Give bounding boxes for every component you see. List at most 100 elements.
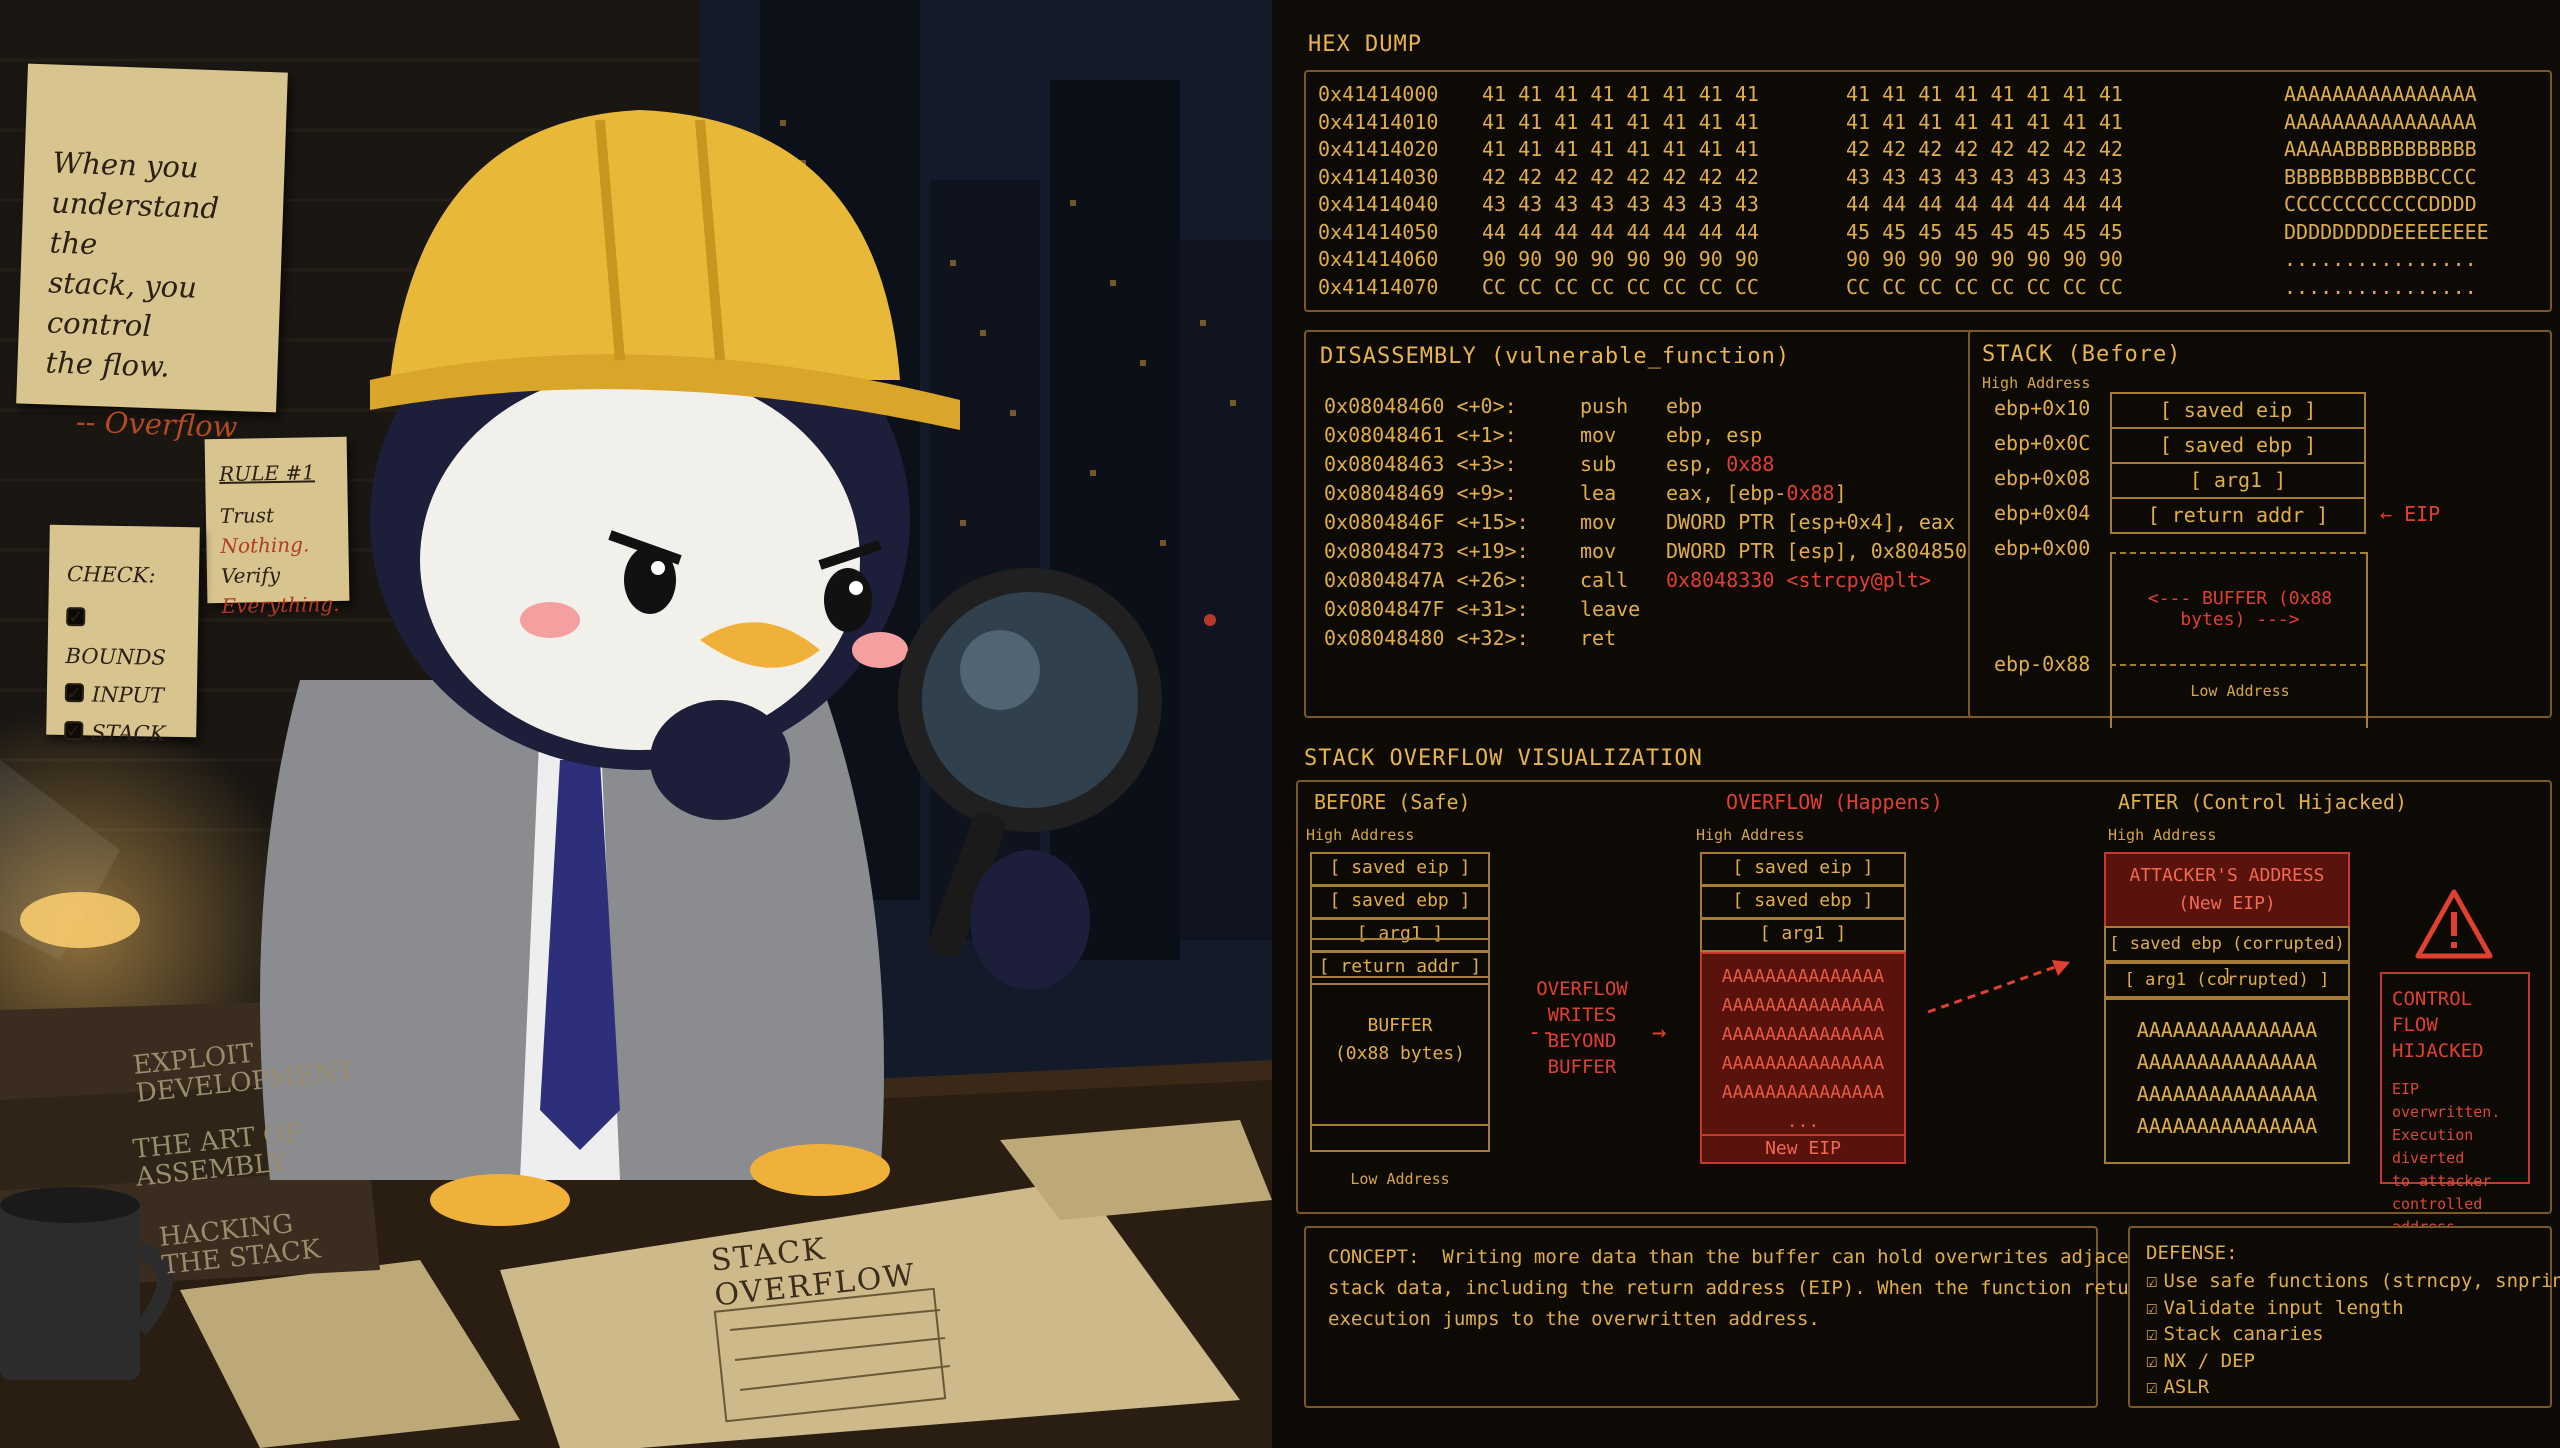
viz-stack-cell: [ saved eip ]: [1310, 852, 1490, 886]
illustration-scene: When you understand the stack, you contr…: [0, 0, 1272, 1448]
operand-text: eax, [ebp-: [1666, 481, 1787, 505]
viz-after-title: AFTER (Control Hijacked): [2118, 790, 2407, 814]
viz-stack-cell: [ saved ebp ]: [1310, 885, 1490, 919]
stack-offset: ebp+0x04: [1994, 501, 2091, 525]
stack-offset: ebp+0x08: [1994, 466, 2091, 490]
hijack-body-line: EIP overwritten.: [2392, 1080, 2501, 1121]
attacker-address-cell: ATTACKER'S ADDRESS (New EIP): [2104, 852, 2350, 928]
attacker-text: ATTACKER'S ADDRESS: [2129, 865, 2325, 886]
viz-overflow-fill: AAAAAAAAAAAAAAA AAAAAAAAAAAAAAA AAAAAAAAAA…: [1700, 952, 1906, 1136]
stack-cell: [ saved ebp ]: [2110, 427, 2366, 464]
overflow-fill-line: AAAAAAAAAAAAAAA: [1721, 966, 1885, 987]
after-fill-line: AAAAAAAAAAAAAAA: [2136, 1114, 2318, 1138]
instr-address: 0x08048473 <+19>:: [1324, 539, 1529, 563]
buffer-left-edge: [2110, 552, 2112, 728]
quote-line: the flow.: [45, 345, 171, 384]
after-fill-line: AAAAAAAAAAAAAAA: [2136, 1050, 2318, 1074]
hex-ascii: ................: [2284, 247, 2477, 271]
viz-stack-cell: [ arg1 ]: [1700, 918, 1906, 952]
rule-sticky-note: RULE #1 Trust Nothing. Verify Everything…: [204, 436, 350, 618]
checkbox-checked-icon: ☑: [2146, 1376, 2158, 1398]
hex-ascii: AAAAAAAAAAAAAAAA: [2284, 82, 2477, 106]
operand-highlight: 0x88: [1726, 452, 1775, 476]
stack-low-address: Low Address: [2190, 682, 2290, 700]
hex-ascii: ................: [2284, 274, 2477, 299]
overflow-fill-line: AAAAAAAAAAAAAAA: [1721, 1024, 1885, 1045]
dash-left-icon: --: [1528, 1020, 1555, 1045]
viz-before-title: BEFORE (Safe): [1314, 790, 1471, 814]
stack-cell: [ return addr ]: [2110, 497, 2366, 534]
hexdump-title: HEX DUMP: [1308, 32, 1422, 57]
checklist-title: CHECK:: [66, 562, 156, 588]
hex-address: 0x41414040: [1318, 192, 1439, 216]
overflow-fill-rows: AAAAAAAAAAAAAAA AAAAAAAAAAAAAAA AAAAAAAAAA…: [1702, 962, 1904, 1136]
viz-after-high: High Address: [2108, 826, 2217, 844]
rule-text: Trust: [219, 503, 275, 528]
hex-bytes: CC CC CC CC CC CC CC CC: [1482, 274, 1759, 299]
quote-line: When you: [51, 145, 200, 185]
overflow-fill-line: AAAAAAAAAAAAAAA: [1721, 995, 1885, 1016]
instr-opcode: sub: [1580, 452, 1617, 476]
instr-opcode: mov: [1580, 423, 1617, 447]
concept-line: stack data, including the return address…: [1328, 1277, 2175, 1299]
checklist-item: STACK: [64, 713, 179, 753]
checkbox-checked-icon: ☑: [2146, 1349, 2158, 1372]
operand-highlight: 0x88: [1786, 481, 1835, 505]
concept-text: CONCEPT: Writing more data than the buff…: [1328, 1242, 2174, 1335]
hijack-title-1: CONTROL FLOW: [2392, 988, 2473, 1036]
viz-new-eip: New EIP: [1700, 1134, 1906, 1164]
checklist-label: BOUNDS: [65, 644, 167, 670]
overflow-fill-line: ...: [1786, 1111, 1820, 1132]
stack-offset: ebp+0x0C: [1994, 431, 2091, 455]
overflow-fill-line: AAAAAAAAAAAAAAA: [1721, 1082, 1885, 1103]
defense-item: ☑ NX / DEP: [2146, 1348, 2560, 1375]
checklist-item: BOUNDS: [65, 599, 180, 677]
defense-panel: DEFENSE: ☑ Use safe functions (strncpy, s…: [2128, 1226, 2560, 1408]
instr-operands: esp, 0x88: [1666, 452, 1774, 476]
checkbox-checked-icon: ☑: [2146, 1270, 2158, 1292]
checkbox-icon: [66, 607, 86, 627]
operand-highlight: 0x8048330 <strcpy@plt>: [1666, 568, 1931, 592]
defense-list: ☑ Use safe functions (strncpy, snprintf) ☑…: [2146, 1268, 2560, 1401]
after-fill-line: AAAAAAAAAAAAAAA: [2136, 1082, 2318, 1106]
hex-bytes: 41 41 41 41 41 41 41 41: [1846, 109, 2123, 134]
disassembly-title: DISASSEMBLY (vulnerable_function): [1320, 344, 1791, 369]
checkbox-icon: [64, 720, 84, 741]
quote-sticky-note: When you understand the stack, you contr…: [16, 63, 288, 444]
hex-bytes: 43 43 43 43 43 43 43 43: [1846, 164, 2123, 189]
viz-stack-cell: [ saved eip ]: [1700, 852, 1906, 886]
hex-address: 0x41414020: [1318, 137, 1439, 161]
hex-address: 0x41414000: [1318, 82, 1439, 106]
defense-item-label: NX / DEP: [2163, 1349, 2255, 1372]
hexdump-panel: 0x41414000 41 41 41 41 41 41 41 41 41 41 4…: [1304, 70, 2552, 312]
instr-opcode: leave: [1580, 597, 1641, 621]
hijack-title-2: HIJACKED: [2392, 1040, 2484, 1062]
instr-address: 0x0804847A <+26>:: [1324, 568, 1529, 592]
checkbox-checked-icon: ☑: [2146, 1323, 2158, 1345]
hijack-body-line: Execution diverted: [2392, 1126, 2474, 1167]
concept-panel: CONCEPT: Writing more data than the buff…: [1304, 1226, 2174, 1408]
defense-item-label: Use safe functions (strncpy, snprintf): [2163, 1270, 2560, 1292]
defense-item-label: ASLR: [2163, 1376, 2210, 1398]
after-fill-line: AAAAAAAAAAAAAAA: [2136, 1018, 2318, 1042]
instr-address: 0x08048463 <+3>:: [1324, 452, 1517, 476]
arrow-right-icon: →: [1652, 1018, 1667, 1046]
hex-address: 0x41414070: [1318, 274, 1439, 299]
eip-marker: ← EIP: [2380, 502, 2441, 526]
after-fill-rows: AAAAAAAAAAAAAAA AAAAAAAAAAAAAAA AAAAAAAAAA…: [2106, 1014, 2348, 1142]
hex-bytes: 45 45 45 45 45 45 45 45: [1846, 219, 2123, 244]
buffer-right-edge: [2366, 552, 2368, 728]
defense-item-label: Validate input length: [2163, 1296, 2404, 1319]
rule-title: RULE #1: [218, 460, 316, 487]
stack-before-title: STACK (Before): [1982, 342, 2182, 367]
hex-bytes: 44 44 44 44 44 44 44 44: [1846, 192, 2123, 216]
stack-offset-bottom: ebp-0x88: [1994, 652, 2091, 676]
hex-bytes: 41 41 41 41 41 41 41 41: [1846, 82, 2123, 106]
operand-tail: ]: [1834, 481, 1847, 505]
overflow-fill-line: AAAAAAAAAAAAAAA: [1721, 1053, 1885, 1074]
checklist-label: STACK: [91, 720, 166, 746]
exploit-analysis-panel: HEX DUMP 0x41414000 41 41 41 41 41 41 41 …: [1272, 0, 2560, 1448]
instr-opcode: mov: [1580, 510, 1617, 534]
hex-bytes: 41 41 41 41 41 41 41 41: [1482, 82, 1759, 106]
dashed-arrow-icon: [1927, 960, 2070, 1014]
